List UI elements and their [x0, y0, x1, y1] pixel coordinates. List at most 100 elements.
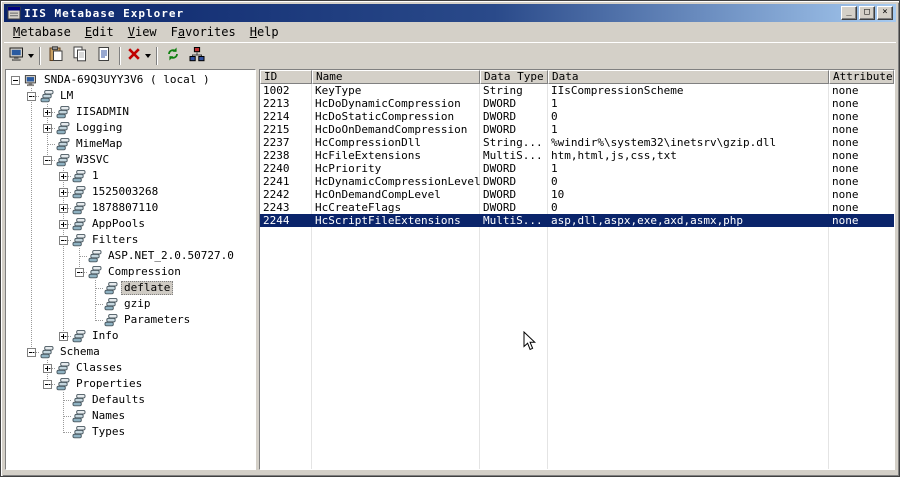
collapse-icon[interactable]	[59, 236, 68, 245]
tree-indent-guide	[40, 264, 56, 280]
tree-item-asp-net-2-0-50727-0[interactable]: ASP.NET_2.0.50727.0	[8, 248, 255, 264]
delete-button[interactable]	[124, 45, 153, 67]
cell-name: HcPriority	[315, 162, 382, 175]
tree-item-defaults[interactable]: Defaults	[8, 392, 255, 408]
tree-indent-guide	[56, 312, 72, 328]
keys-icon	[72, 217, 89, 231]
cell-data: 1	[551, 97, 558, 110]
table-row[interactable]: 2214 HcDoStaticCompression DWORD 0 none	[260, 110, 894, 123]
menu-metabase[interactable]: Metabase	[6, 23, 78, 41]
table-row[interactable]: 2244 HcScriptFileExtensions MultiS... asp,d…	[260, 214, 894, 227]
tree-item-info[interactable]: Info	[8, 328, 255, 344]
tree-item-properties[interactable]: Properties	[8, 376, 255, 392]
expand-icon[interactable]	[43, 124, 52, 133]
column-header-id[interactable]: ID	[260, 70, 312, 84]
collapse-icon[interactable]	[43, 156, 52, 165]
expand-icon[interactable]	[59, 332, 68, 341]
table-row[interactable]: 2237 HcCompressionDll String... %windir%\sy…	[260, 136, 894, 149]
connect-button[interactable]	[7, 45, 36, 67]
tree-item-parameters[interactable]: Parameters	[8, 312, 255, 328]
tree-item-iisadmin[interactable]: IISADMIN	[8, 104, 255, 120]
collapse-icon[interactable]	[27, 348, 36, 357]
tree-connector	[40, 152, 56, 168]
collapse-icon[interactable]	[27, 92, 36, 101]
tree-item-lm[interactable]: LM	[8, 88, 255, 104]
menu-favorites[interactable]: Favorites	[164, 23, 243, 41]
column-header-name[interactable]: Name	[312, 70, 480, 84]
tree-indent-guide	[40, 408, 56, 424]
tree-indent-guide	[24, 360, 40, 376]
table-row[interactable]: 2240 HcPriority DWORD 1 none	[260, 162, 894, 175]
column-header-data-type[interactable]: Data Type	[480, 70, 548, 84]
dropdown-arrow-icon[interactable]	[145, 53, 151, 58]
tree-indent-guide	[8, 328, 24, 344]
expand-icon[interactable]	[59, 204, 68, 213]
keys-icon	[56, 105, 73, 119]
tree-item-1878807110[interactable]: 1878807110	[8, 200, 255, 216]
paste-button[interactable]	[44, 45, 68, 67]
dropdown-arrow-icon[interactable]	[28, 53, 34, 58]
cell-name: HcDoOnDemandCompression	[315, 123, 468, 136]
collapse-icon[interactable]	[43, 380, 52, 389]
title-bar[interactable]: IIS Metabase Explorer _ □ ×	[4, 4, 896, 22]
tree-item-w3svc[interactable]: W3SVC	[8, 152, 255, 168]
tree-item-classes[interactable]: Classes	[8, 360, 255, 376]
tree-indent-guide	[8, 280, 24, 296]
tree-item-types[interactable]: Types	[8, 424, 255, 440]
maximize-button[interactable]: □	[859, 6, 875, 20]
tree-item-schema[interactable]: Schema	[8, 344, 255, 360]
column-header-data[interactable]: Data	[548, 70, 829, 84]
tree-item-names[interactable]: Names	[8, 408, 255, 424]
tree-item-mimemap[interactable]: MimeMap	[8, 136, 255, 152]
network-button[interactable]	[185, 45, 209, 67]
collapse-icon[interactable]	[75, 268, 84, 277]
table-row[interactable]: 1002 KeyType String IIsCompressionScheme non…	[260, 84, 894, 97]
expand-icon[interactable]	[59, 188, 68, 197]
tree-indent-guide	[8, 376, 24, 392]
metabase-tree: SNDA-69Q3UYY3V6 ( local ) LM IISADMIN Loggi…	[5, 69, 256, 470]
table-row[interactable]: 2241 HcDynamicCompressionLevel DWORD 0 none	[260, 175, 894, 188]
tree-item-compression[interactable]: Compression	[8, 264, 255, 280]
tree-item-gzip[interactable]: gzip	[8, 296, 255, 312]
expand-icon[interactable]	[43, 364, 52, 373]
window-title: IIS Metabase Explorer	[24, 6, 185, 20]
cell-data: 1	[551, 123, 558, 136]
tree-item-1[interactable]: 1	[8, 168, 255, 184]
minimize-button[interactable]: _	[841, 6, 857, 20]
menu-view[interactable]: View	[121, 23, 164, 41]
tree-item-filters[interactable]: Filters	[8, 232, 255, 248]
tree-connector	[56, 216, 72, 232]
table-row[interactable]: 2242 HcOnDemandCompLevel DWORD 10 none	[260, 188, 894, 201]
table-row[interactable]: 2215 HcDoOnDemandCompression DWORD 1 none	[260, 123, 894, 136]
tree-item-1525003268[interactable]: 1525003268	[8, 184, 255, 200]
table-row[interactable]: 2238 HcFileExtensions MultiS... htm,html,js…	[260, 149, 894, 162]
cell-data-type: DWORD	[483, 123, 517, 136]
menu-edit[interactable]: Edit	[78, 23, 121, 41]
tree-item-deflate[interactable]: deflate	[8, 280, 255, 296]
expand-icon[interactable]	[59, 220, 68, 229]
tree-indent-guide	[8, 296, 24, 312]
cell-attributes: none	[832, 97, 859, 110]
copy-button[interactable]	[68, 45, 92, 67]
expand-icon[interactable]	[43, 108, 52, 117]
tree-connector	[56, 168, 72, 184]
tree-item-logging[interactable]: Logging	[8, 120, 255, 136]
tree-connector	[56, 232, 72, 248]
cell-id: 2215	[263, 123, 290, 136]
column-header-attributes[interactable]: Attributes	[829, 70, 894, 84]
tree-item-apppools[interactable]: AppPools	[8, 216, 255, 232]
menu-help[interactable]: Help	[243, 23, 286, 41]
tree-item-label: SNDA-69Q3UYY3V6 ( local )	[44, 73, 210, 86]
tree-indent-guide	[24, 296, 40, 312]
tree-item-snda-69q3uyy3v6-local-[interactable]: SNDA-69Q3UYY3V6 ( local )	[8, 72, 255, 88]
cell-id: 2240	[263, 162, 290, 175]
refresh-button[interactable]	[161, 45, 185, 67]
collapse-icon[interactable]	[11, 76, 20, 85]
close-button[interactable]: ×	[877, 6, 893, 20]
table-row[interactable]: 2213 HcDoDynamicCompression DWORD 1 none	[260, 97, 894, 110]
table-row[interactable]: 2243 HcCreateFlags DWORD 0 none	[260, 201, 894, 214]
tree-indent-guide	[8, 104, 24, 120]
cell-id: 2238	[263, 149, 290, 162]
duplicate-button[interactable]	[92, 45, 116, 67]
expand-icon[interactable]	[59, 172, 68, 181]
